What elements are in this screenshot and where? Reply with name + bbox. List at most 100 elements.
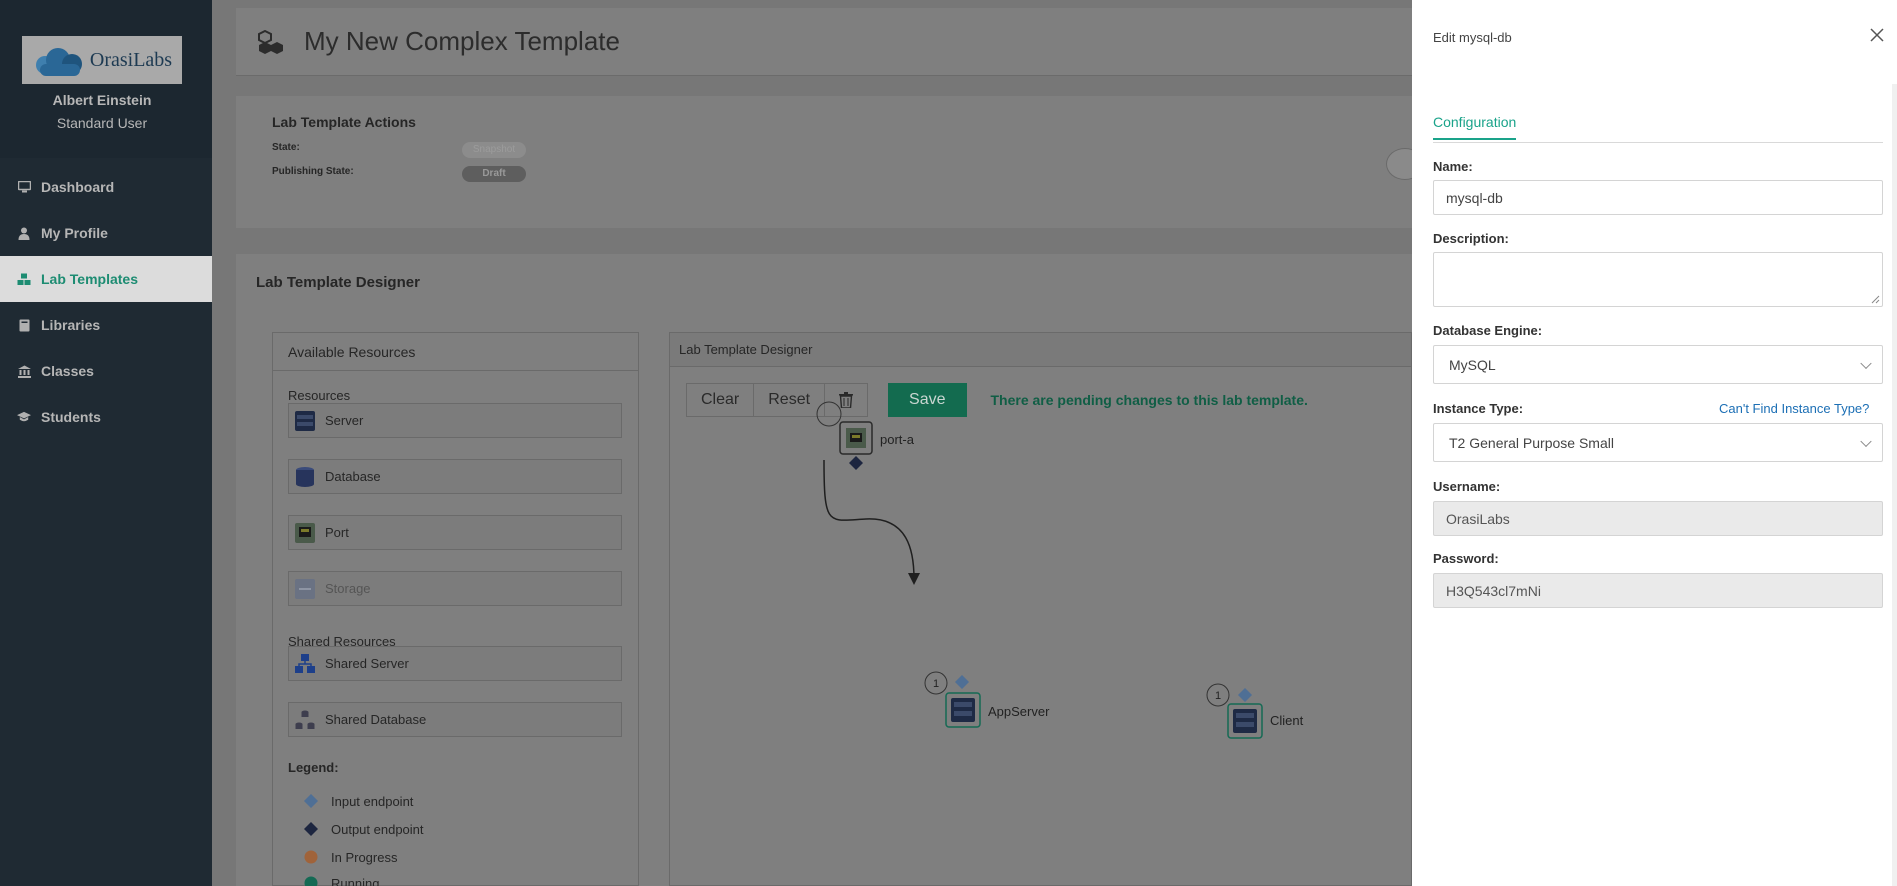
legend-input-endpoint: Input endpoint [303, 793, 413, 809]
sidebar-item-students[interactable]: Students [0, 394, 212, 440]
resource-shared-database[interactable]: Shared Database [288, 702, 622, 737]
resource-label: Database [325, 469, 381, 484]
shared-database-icon [293, 708, 317, 732]
running-dot-icon [303, 875, 319, 886]
available-resources-panel: Available Resources Resources Server Dat… [272, 332, 639, 886]
legend-output-endpoint: Output endpoint [303, 821, 424, 837]
node-label: AppServer [988, 704, 1050, 719]
state-badge: Snapshot [462, 142, 526, 158]
resource-label: Port [325, 525, 349, 540]
lab-template-actions-card: Lab Template Actions State: Publishing S… [236, 96, 1412, 228]
legend-label: Running [331, 875, 380, 886]
publishing-state-label: Publishing State: [272, 166, 354, 177]
user-role: Standard User [56, 115, 148, 131]
resize-handle-icon[interactable] [1870, 294, 1880, 304]
description-textarea[interactable] [1446, 259, 1870, 300]
resource-shared-server[interactable]: Shared Server [288, 646, 622, 681]
designer-canvas[interactable]: port-a 1 AppServer 1 Client [670, 333, 1413, 886]
close-icon [1870, 28, 1884, 42]
tab-configuration[interactable]: Configuration [1433, 114, 1517, 140]
legend-title: Legend: [288, 760, 339, 775]
tab-divider [1433, 142, 1883, 143]
instance-type-value: T2 General Purpose Small [1449, 434, 1614, 451]
sidebar-item-label: Classes [41, 363, 94, 379]
sidebar-item-label: My Profile [41, 225, 108, 241]
sidebar-item-classes[interactable]: Classes [0, 348, 212, 394]
instance-type-select[interactable]: T2 General Purpose Small [1433, 423, 1883, 462]
description-label: Description: [1433, 231, 1509, 246]
database-engine-value: MySQL [1449, 356, 1496, 373]
node-port-a[interactable]: port-a [816, 401, 915, 470]
logo-text: OrasiLabs [89, 48, 173, 71]
node-badge: 1 [1215, 690, 1221, 702]
book-icon [17, 318, 31, 332]
chevron-down-icon [1860, 357, 1872, 369]
publishing-state-badge: Draft [462, 166, 526, 182]
sidebar-item-label: Libraries [41, 317, 101, 333]
resource-label: Storage [325, 581, 371, 596]
sidebar-item-label: Dashboard [41, 179, 115, 195]
password-input[interactable] [1433, 573, 1883, 608]
institution-icon [17, 364, 31, 378]
instance-type-label: Instance Type: [1433, 401, 1524, 416]
monitor-icon [17, 180, 31, 194]
input-endpoint-diamond-icon [303, 793, 319, 809]
database-engine-label: Database Engine: [1433, 323, 1543, 338]
sidebar-item-dashboard[interactable]: Dashboard [0, 164, 212, 210]
page-header: My New Complex Template [236, 8, 1412, 76]
sidebar-item-label: Students [41, 409, 101, 425]
description-field[interactable] [1433, 252, 1883, 307]
legend-label: In Progress [331, 849, 398, 865]
input-endpoint [1238, 688, 1252, 702]
chevron-down-icon [1860, 435, 1872, 447]
resource-label: Shared Server [325, 656, 409, 671]
cubes-icon [258, 29, 284, 54]
username-input[interactable] [1433, 501, 1883, 536]
node-appserver[interactable]: 1 AppServer [924, 671, 1050, 728]
resources-panel-title: Available Resources [273, 333, 638, 371]
edit-panel-title: Edit mysql-db [1433, 30, 1512, 45]
name-input[interactable] [1433, 180, 1883, 215]
sidebar-item-libraries[interactable]: Libraries [0, 302, 212, 348]
database-icon [293, 465, 317, 489]
username-label: Username: [1433, 479, 1501, 494]
cloud-logo-icon [32, 42, 88, 78]
designer-canvas-panel: Lab Template Designer Clear Reset Save T… [669, 332, 1412, 886]
user-icon [17, 226, 31, 240]
node-client[interactable]: 1 Client [1206, 683, 1304, 739]
server-icon [293, 409, 317, 433]
connection-arrowhead [908, 573, 920, 585]
scrollbar[interactable] [1892, 84, 1897, 886]
sidebar-nav: Dashboard My Profile Lab Templates Libra… [0, 164, 212, 440]
state-label: State: [272, 142, 300, 153]
node-label: Client [1270, 713, 1304, 728]
output-endpoint [849, 456, 863, 470]
resource-label: Shared Database [325, 712, 427, 727]
logo[interactable]: OrasiLabs [22, 36, 182, 84]
node-label: port-a [880, 432, 915, 447]
sidebar: OrasiLabs Albert Einstein Standard User … [0, 0, 212, 886]
sidebar-item-my-profile[interactable]: My Profile [0, 210, 212, 256]
close-button[interactable] [1868, 26, 1886, 44]
page-title: My New Complex Template [304, 26, 620, 56]
resources-section-label: Resources [288, 388, 351, 403]
resource-port[interactable]: Port [288, 515, 622, 550]
resource-server[interactable]: Server [288, 403, 622, 438]
resource-database[interactable]: Database [288, 459, 622, 494]
cubes-icon [17, 272, 31, 286]
user-name: Albert Einstein [52, 92, 152, 108]
name-label: Name: [1433, 159, 1473, 174]
node-badge: 1 [933, 678, 939, 690]
graduation-cap-icon [17, 410, 31, 424]
password-label: Password: [1433, 551, 1499, 566]
shared-server-icon [293, 652, 317, 676]
sidebar-item-lab-templates[interactable]: Lab Templates [0, 256, 212, 302]
resource-storage[interactable]: Storage [288, 571, 622, 606]
legend-label: Input endpoint [331, 793, 414, 809]
connection-port-a-to-appserver [823, 459, 915, 580]
legend-label: Output endpoint [331, 821, 424, 837]
database-engine-select[interactable]: MySQL [1433, 345, 1883, 384]
sidebar-item-label: Lab Templates [41, 271, 138, 287]
cant-find-instance-type-link[interactable]: Can't Find Instance Type? [1719, 401, 1869, 416]
storage-icon [293, 577, 317, 601]
